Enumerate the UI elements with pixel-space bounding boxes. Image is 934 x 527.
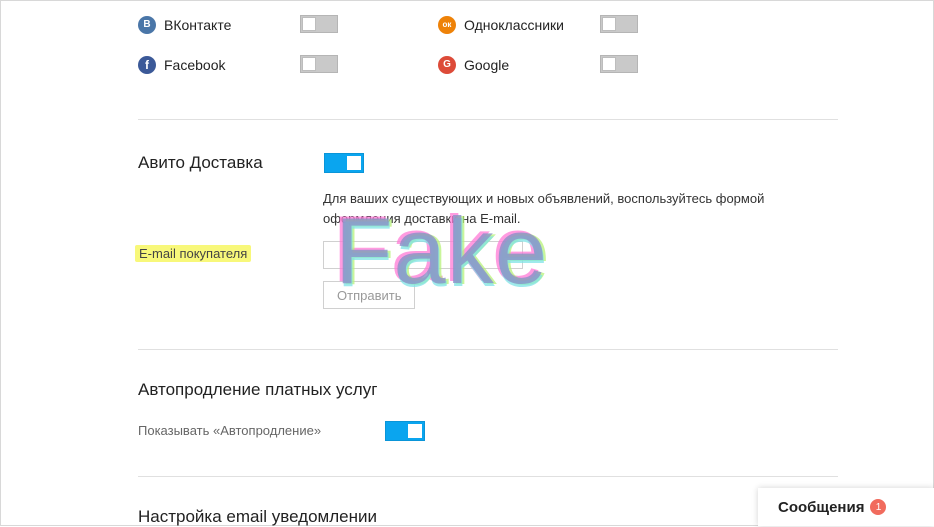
divider — [138, 119, 838, 120]
delivery-title: Авито Доставка — [138, 153, 263, 172]
vk-toggle[interactable] — [300, 15, 338, 33]
messages-label: Сообщения — [778, 498, 865, 516]
social-label-facebook: Facebook — [164, 57, 226, 73]
vk-icon: В — [138, 16, 156, 34]
social-vk: В ВКонтакте — [138, 13, 231, 37]
facebook-toggle[interactable] — [300, 55, 338, 73]
delivery-description: Для ваших существующих и новых объявлени… — [323, 191, 765, 226]
messages-count-badge: 1 — [870, 499, 887, 515]
odnoklassniki-icon: ок — [438, 16, 456, 34]
delivery-toggle[interactable] — [324, 153, 364, 173]
email-label: E-mail покупателя — [135, 245, 252, 262]
social-facebook: f Facebook — [138, 53, 225, 77]
autorenew-toggle[interactable] — [385, 421, 425, 441]
social-google: G Google — [438, 53, 509, 77]
messages-widget[interactable]: Сообщения 1 — [758, 488, 934, 526]
social-label-vk: ВКонтакте — [164, 17, 232, 33]
notifications-title: Настройка email уведомлении — [138, 507, 377, 526]
divider — [138, 349, 838, 350]
social-label-google: Google — [464, 57, 510, 73]
google-toggle[interactable] — [600, 55, 638, 73]
autorenew-show-label: Показывать «Автопродление» — [138, 423, 322, 438]
social-label-ok: Одноклассники — [464, 17, 565, 33]
send-button[interactable]: Отправить — [323, 281, 416, 309]
email-input[interactable] — [323, 241, 523, 269]
ok-toggle[interactable] — [600, 15, 638, 33]
divider — [138, 476, 838, 477]
google-icon: G — [438, 56, 456, 74]
facebook-icon: f — [138, 56, 156, 74]
social-ok: ок Одноклассники — [438, 13, 564, 37]
autorenew-title: Автопродление платных услуг — [138, 380, 378, 399]
